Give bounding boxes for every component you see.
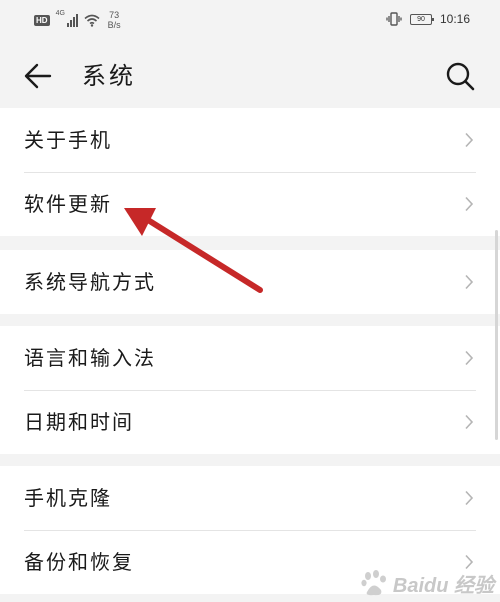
chevron-right-icon xyxy=(465,196,474,212)
settings-item-software-update[interactable]: 软件更新 xyxy=(0,172,500,236)
page-title: 系统 xyxy=(82,62,136,90)
status-left: HD 4G 73 B/s xyxy=(34,10,121,30)
status-right: 90 10:16 xyxy=(386,12,470,26)
settings-item-label: 语言和输入法 xyxy=(24,346,156,370)
settings-item-label: 系统导航方式 xyxy=(24,270,156,294)
settings-item-language-input[interactable]: 语言和输入法 xyxy=(0,326,500,390)
settings-item-label: 软件更新 xyxy=(24,192,112,216)
settings-item-label: 手机克隆 xyxy=(24,486,112,510)
settings-item-system-navigation[interactable]: 系统导航方式 xyxy=(0,250,500,314)
settings-item-label: 日期和时间 xyxy=(24,410,134,434)
settings-item-about-phone[interactable]: 关于手机 xyxy=(0,108,500,172)
scrollbar[interactable] xyxy=(495,230,498,440)
net-speed-value: 73 xyxy=(109,10,120,20)
wifi-icon xyxy=(84,14,100,27)
chevron-right-icon xyxy=(465,274,474,290)
settings-item-label: 备份和恢复 xyxy=(24,550,134,574)
settings-item-label: 关于手机 xyxy=(24,128,112,152)
settings-group-2: 系统导航方式 xyxy=(0,250,500,314)
battery-icon: 90 xyxy=(409,13,434,25)
settings-group-3: 语言和输入法 日期和时间 xyxy=(0,326,500,454)
chevron-right-icon xyxy=(465,132,474,148)
hd-badge: HD xyxy=(34,14,50,26)
baidu-watermark: Baidu 经验 xyxy=(359,568,494,598)
watermark-text: Baidu 经验 xyxy=(392,574,494,597)
vibrate-icon xyxy=(386,12,402,26)
app-header: 系统 xyxy=(0,44,500,108)
signal-icon: 4G xyxy=(55,10,78,27)
chevron-right-icon xyxy=(465,350,474,366)
settings-group-1: 关于手机 软件更新 xyxy=(0,108,500,236)
clock: 10:16 xyxy=(439,12,470,26)
paw-logo-icon xyxy=(361,570,386,596)
chevron-right-icon xyxy=(465,490,474,506)
chevron-right-icon xyxy=(465,414,474,430)
net-speed: 73 B/s xyxy=(108,10,121,30)
network-type: 4G xyxy=(55,10,65,17)
back-arrow-icon[interactable] xyxy=(20,58,56,94)
net-speed-unit: B/s xyxy=(107,20,121,30)
settings-item-date-time[interactable]: 日期和时间 xyxy=(0,390,500,454)
status-bar: HD 4G 73 B/s 90 10:16 xyxy=(0,0,500,44)
search-icon[interactable] xyxy=(442,58,478,94)
settings-item-phone-clone[interactable]: 手机克隆 xyxy=(0,466,500,530)
